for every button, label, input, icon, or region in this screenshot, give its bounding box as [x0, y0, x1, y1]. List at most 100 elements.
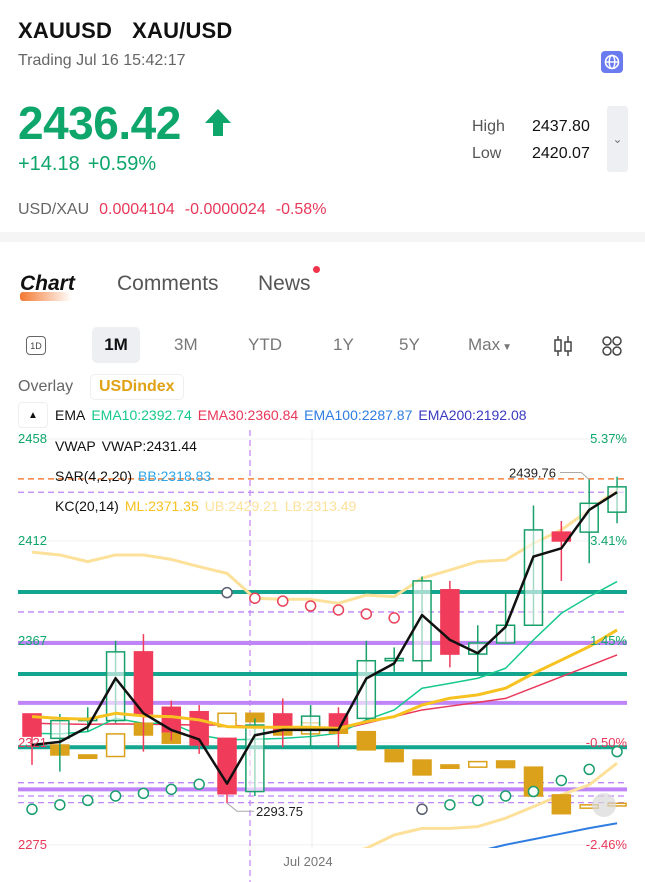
ema30-value: EMA30:2360.84 [197, 407, 299, 423]
kc-label: KC(20,14) [55, 498, 119, 514]
period-1m[interactable]: 1M [92, 327, 140, 363]
arrow-up-icon [204, 108, 232, 143]
candlestick-icon[interactable] [553, 335, 573, 362]
candle [50, 719, 70, 740]
period-max[interactable]: Max ▼ [468, 335, 512, 355]
sar-dot [109, 790, 122, 802]
ema200-value: EMA200:2192.08 [418, 407, 527, 423]
max-price-label: 2439.76 [509, 465, 556, 480]
notification-dot [313, 266, 320, 273]
tab-comments[interactable]: Comments [117, 272, 219, 296]
y-tick-right: -2.46% [586, 837, 628, 852]
sar-dot [388, 612, 400, 624]
reset-zoom-button [592, 793, 616, 817]
y-tick-right: 3.41% [590, 533, 627, 548]
y-tick-left: 2458 [18, 431, 47, 446]
vwap-legend: VWAP VWAP:2431.44 [55, 438, 203, 454]
kc-lb-value: LB:2313.49 [284, 498, 357, 514]
sar-bb-value: BB:2318.83 [138, 468, 212, 484]
period-1y[interactable]: 1Y [333, 335, 354, 355]
change-abs: +14.18 [18, 153, 80, 175]
usdindex-candle [440, 764, 460, 770]
kc-legend: KC(20,14) ML:2371.35 UB:2429.21 LB:2313.49 [55, 498, 362, 514]
high-value: 2437.80 [532, 118, 590, 135]
sar-dot [583, 763, 595, 776]
inverse-quote: USD/XAU 0.0004104 -0.0000024 -0.58% [18, 201, 326, 219]
low-label: Low [472, 145, 502, 162]
period-5y[interactable]: 5Y [399, 335, 420, 355]
sar-dot [472, 794, 484, 807]
sar-dot [81, 794, 94, 807]
triangle-up-icon[interactable]: ▲ [18, 402, 48, 428]
tab-chart[interactable]: Chart [20, 272, 75, 296]
inverse-price: 0.0004104 [99, 201, 175, 218]
usdindex-candle [551, 794, 572, 815]
kc-ub-value: UB:2429.21 [204, 498, 279, 514]
low-value: 2420.07 [532, 145, 590, 162]
high-label: High [472, 118, 505, 135]
max-leader [560, 471, 590, 480]
sar-dot [416, 803, 428, 816]
usdindex-candle [468, 760, 488, 768]
inverse-pct: -0.58% [275, 201, 327, 218]
usdindex-candle [495, 760, 516, 769]
period-ytd[interactable]: YTD [248, 335, 282, 355]
sar-dot [527, 785, 540, 798]
usdindex-candle [384, 749, 404, 763]
sar-dot [221, 586, 233, 599]
chevron-down-icon[interactable]: ⌄ [607, 106, 628, 172]
intraday-button[interactable]: 1D [26, 336, 46, 355]
price-change: +14.18 +0.59% [18, 153, 164, 176]
caret-down-icon: ▼ [502, 342, 513, 353]
plot-area [18, 476, 627, 848]
period-max-label: Max [468, 335, 501, 354]
y-tick-right: 5.37% [590, 431, 627, 446]
change-pct: +0.59% [87, 153, 157, 175]
kc-lower-band [361, 761, 618, 848]
section-divider [0, 232, 645, 242]
candle [217, 737, 237, 795]
usdindex-candle [356, 730, 377, 751]
candle [161, 706, 182, 733]
vwap-value: VWAP:2431.44 [101, 438, 197, 454]
sar-dot [499, 790, 512, 802]
sar-legend: SAR(4,2,20) BB:2318.83 [55, 468, 217, 484]
x-tick: Jul 2024 [283, 854, 332, 869]
ema100-value: EMA100:2287.87 [304, 407, 413, 423]
y-tick-left: 2367 [18, 633, 47, 648]
kc-ml-value: ML:2371.35 [124, 498, 199, 514]
period-3m[interactable]: 3M [174, 335, 198, 355]
tab-news[interactable]: News [258, 272, 311, 296]
inverse-pair: USD/XAU [18, 201, 90, 218]
y-tick-left: 2275 [18, 837, 47, 852]
y-tick-right: 1.45% [590, 633, 627, 648]
candle [523, 529, 544, 627]
y-tick-right: -0.50% [586, 735, 628, 750]
ema-label: EMA [55, 407, 86, 423]
sar-dot [332, 604, 345, 616]
vwap-label: VWAP [55, 438, 96, 454]
current-price: 2436.42 [18, 97, 181, 149]
sar-dot [165, 783, 178, 796]
sar-dot [54, 799, 66, 811]
ema-legend: EMA EMA10:2392.74 EMA30:2360.84 EMA100:2287… [55, 407, 533, 423]
sar-label: SAR(4,2,20) [55, 468, 133, 484]
sar-dot [249, 592, 261, 604]
symbol-title: XAUUSD XAU/USD [18, 18, 253, 44]
y-tick-left: 2321 [18, 735, 47, 750]
overlay-usdindex-button[interactable]: USDindex [90, 374, 184, 400]
candle [607, 486, 627, 513]
sar-dot [26, 803, 38, 816]
sar-dot [555, 774, 568, 787]
sar-dot [276, 595, 289, 607]
sar-dot [193, 778, 205, 790]
grid-icon[interactable] [601, 335, 623, 362]
symbol-code: XAUUSD [18, 18, 113, 43]
globe-icon[interactable] [601, 51, 623, 73]
usdindex-candle [77, 754, 98, 760]
sar-dot [444, 799, 456, 811]
ema10-value: EMA10:2392.74 [91, 407, 192, 423]
y-tick-left: 2412 [18, 533, 47, 548]
candle [440, 589, 460, 655]
trading-status: Trading Jul 16 15:42:17 [18, 52, 186, 69]
